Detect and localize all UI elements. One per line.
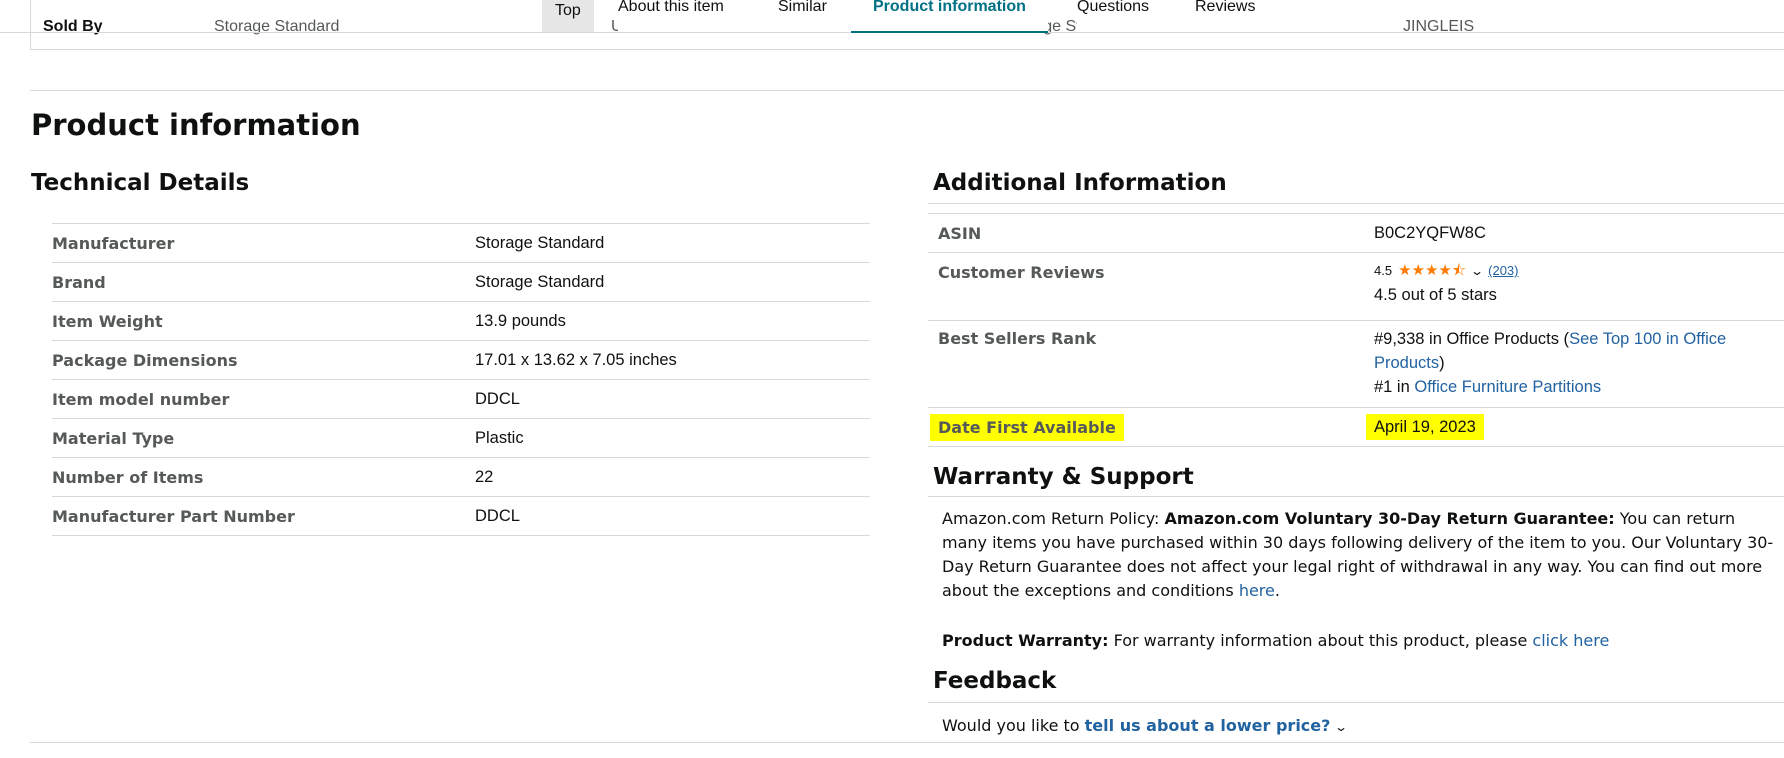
page-title: Product information [31,108,361,142]
row-key: Item model number [52,389,230,409]
best-sellers-rank-cell: #9,338 in Office Products (See Top 100 i… [1364,321,1784,408]
rank-text: #1 in [1374,378,1415,396]
table-row: Package Dimensions 17.01 x 13.62 x 7.05 i… [52,340,870,380]
warranty-click-here-link[interactable]: click here [1532,631,1609,650]
row-key: Number of Items [52,467,204,487]
rating-text: 4.5 out of 5 stars [1374,286,1497,304]
asin-value: B0C2YQFW8C [1374,224,1486,242]
feedback-prompt-text: Would you like to [942,716,1080,735]
technical-details-heading: Technical Details [31,170,250,196]
rank-text: ) [1439,354,1445,372]
additional-information-table: ASIN B0C2YQFW8C Customer Reviews 4.5 ★★★… [928,213,1784,447]
feedback-prompt: Would you like to tell us about a lower … [942,714,1784,739]
heading-underline [928,702,1784,703]
punctuation: . [1274,581,1280,600]
table-row: Material Type Plastic [52,418,870,458]
row-key: Brand [52,272,106,292]
in-page-nav: Top About this item Similar Product info… [0,0,1784,33]
row-key: Material Type [52,428,175,448]
row-value: DDCL [475,389,520,408]
lower-price-link[interactable]: tell us about a lower price? [1085,716,1331,735]
row-key: Item Weight [52,311,163,331]
conditions-here-link[interactable]: here [1239,581,1275,600]
warranty-support-heading: Warranty & Support [933,464,1194,490]
table-row: Item Weight 13.9 pounds [52,301,870,341]
section-divider [30,90,1784,91]
row-key: Manufacturer [52,233,175,253]
return-policy-text: Amazon.com Return Policy: Amazon.com Vol… [942,507,1784,603]
table-row: Manufacturer Part Number DDCL [52,496,870,536]
date-first-available-value-cell: April 19, 2023 [1364,408,1784,447]
date-first-available-label: Date First Available [930,413,1124,441]
table-row: ASIN B0C2YQFW8C [928,213,1784,253]
feedback-heading: Feedback [933,668,1057,694]
row-value: DDCL [475,506,520,525]
rating-number: 4.5 [1374,263,1393,278]
table-row: Brand Storage Standard [52,262,870,302]
tab-product-information[interactable]: Product information [851,0,1048,33]
ratings-count-link[interactable]: (203) [1488,259,1518,283]
section-divider [30,742,1784,743]
additional-information-heading: Additional Information [933,170,1227,196]
rating-summary[interactable]: 4.5 ★★★★⯪ ⌄ (203) [1374,259,1774,283]
tab-similar[interactable]: Similar [778,0,827,31]
return-guarantee-title: Amazon.com Voluntary 30-Day Return Guara… [1164,509,1615,528]
row-key: Package Dimensions [52,350,238,370]
rank-text: #9,338 in Office Products ( [1374,330,1570,348]
return-policy-label: Amazon.com Return Policy: [942,509,1160,528]
row-key: Manufacturer Part Number [52,506,295,526]
tab-questions[interactable]: Questions [1077,0,1150,31]
chevron-down-icon[interactable]: ⌄ [1334,715,1348,739]
tab-top[interactable]: Top [542,0,594,32]
row-value: Storage Standard [475,272,605,291]
category-link[interactable]: Office Furniture Partitions [1414,378,1601,396]
table-row: Date First Available April 19, 2023 [928,407,1784,447]
date-first-available-value: April 19, 2023 [1366,414,1484,440]
chevron-down-icon[interactable]: ⌄ [1470,259,1484,283]
tab-about-this-item[interactable]: About this item [618,0,724,31]
table-row: Customer Reviews 4.5 ★★★★⯪ ⌄ (203) 4.5 o… [928,252,1784,321]
product-warranty-text: Product Warranty: For warranty informati… [942,629,1784,653]
technical-details-table: Manufacturer Storage Standard Brand Storag… [52,223,870,536]
row-key: Best Sellers Rank [938,329,1097,348]
table-row: Manufacturer Storage Standard [52,223,870,263]
row-value: 13.9 pounds [475,311,566,330]
product-warranty-label: Product Warranty: [942,631,1109,650]
customer-reviews-cell: 4.5 ★★★★⯪ ⌄ (203) 4.5 out of 5 stars [1364,253,1784,321]
date-first-available-key-cell: Date First Available [928,408,1364,447]
heading-underline [928,496,1784,497]
row-value: Storage Standard [475,233,605,252]
row-key: ASIN [938,223,982,243]
row-value: 22 [475,467,494,486]
row-value: Plastic [475,428,524,447]
row-key: Customer Reviews [938,263,1105,282]
star-rating-icon: ★★★★⯪ [1398,262,1467,279]
row-value: 17.01 x 13.62 x 7.05 inches [475,350,677,369]
product-warranty-body: For warranty information about this prod… [1113,631,1528,650]
tab-reviews[interactable]: Reviews [1195,0,1256,31]
table-row: Item model number DDCL [52,379,870,419]
heading-underline [928,203,1784,204]
table-row: Number of Items 22 [52,457,870,497]
table-row: Best Sellers Rank #9,338 in Office Produ… [928,320,1784,408]
